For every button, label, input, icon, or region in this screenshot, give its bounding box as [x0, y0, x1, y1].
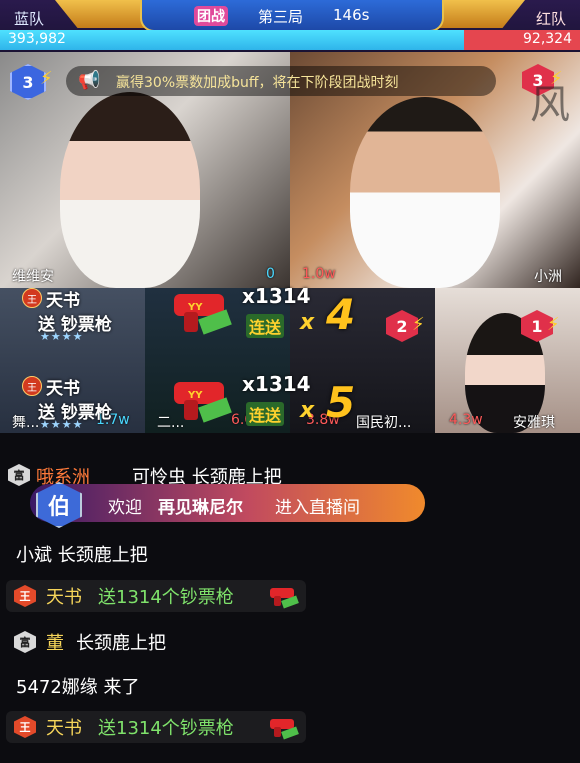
anchor-figure — [60, 92, 200, 288]
money-gun-icon — [270, 719, 299, 740]
header-wing-left — [55, 0, 145, 28]
king-badge-icon: 王 — [22, 376, 42, 396]
welcome-prefix: 欢迎 — [108, 498, 142, 518]
score-progress-bar: 393,982 92,324 — [0, 30, 580, 50]
anchor-video-6[interactable]: 安雅琪 4.3w 1 ⚡ — [435, 288, 580, 433]
anchor-name: 维维安 — [12, 269, 54, 285]
welcome-banner: 伯 欢迎 再见琳尼尔 进入直播间 — [30, 482, 425, 528]
chat-text: 5472娜缘 来了 — [16, 677, 140, 698]
anchor-votes: 0 — [266, 266, 275, 282]
anchor-name: 小洲 — [534, 269, 562, 285]
rich-badge-icon: 富 — [14, 631, 36, 653]
fan-level-stars: ★★★★ — [40, 418, 84, 431]
megaphone-icon: 📢 — [78, 70, 101, 91]
blue-score: 393,982 — [8, 31, 66, 47]
welcome-suffix: 进入直播间 — [275, 498, 360, 518]
combo-count: 5 — [326, 378, 356, 427]
money-gun-icon — [270, 588, 299, 609]
announcement-text: 赢得30%票数加成buff，将在下阶段团战时刻 — [116, 75, 399, 91]
money-gun-icon: YY — [174, 382, 232, 423]
chat-text: 送1314个钞票枪 — [98, 718, 234, 739]
red-team-label: 红队 — [535, 10, 566, 28]
gift-multiplier: x1314 — [242, 284, 311, 308]
battle-timer: 146s — [333, 6, 370, 24]
anchor-figure — [350, 97, 500, 288]
combo-label: 连送 — [246, 314, 285, 338]
gift-banner: 王 天书 送 钞票枪 ★★★★ YY x1314 连送 x 4 — [10, 284, 410, 343]
combo-x: x — [300, 310, 315, 335]
money-gun-icon: YY — [174, 294, 232, 335]
gift-multiplier: x1314 — [242, 372, 311, 396]
gift-sender: 天书 — [46, 379, 80, 399]
combo-x: x — [300, 398, 315, 423]
gift-sender: 天书 — [46, 291, 80, 311]
lightning-icon: ⚡ — [547, 314, 560, 335]
anchor-votes: 4.3w — [449, 412, 483, 428]
lightning-icon: ⚡ — [40, 68, 53, 89]
svg-text:YY: YY — [187, 390, 203, 401]
chat-text: 长颈鹿上把 — [76, 633, 166, 654]
chat-message[interactable]: 王 天书 送1314个钞票枪 — [6, 580, 306, 612]
round-label: 第三局 — [258, 8, 304, 26]
chat-message[interactable]: 小斌 长颈鹿上把 — [6, 538, 306, 570]
noble-badge-icon: 伯 — [36, 482, 82, 528]
fan-level-stars: ★★★★ — [40, 330, 84, 343]
header-wing-right — [435, 0, 525, 28]
king-badge-icon: 王 — [22, 288, 42, 308]
lightning-icon: ⚡ — [412, 314, 425, 335]
anchor-name: 安雅琪 — [513, 415, 555, 431]
battle-header: 蓝队 红队 团战 第三局 146s 393,982 92,324 — [0, 0, 580, 52]
chat-user: 天书 — [46, 587, 82, 608]
chat-message[interactable]: 富 董 长颈鹿上把 — [6, 626, 306, 658]
red-score: 92,324 — [523, 31, 572, 47]
team-battle-badge: 团战 — [194, 6, 228, 26]
chat-user: 天书 — [46, 718, 82, 739]
rich-badge-icon: 富 — [8, 464, 30, 486]
chat-text: 送1314个钞票枪 — [98, 587, 234, 608]
chat-user: 董 — [46, 633, 64, 654]
chat-message[interactable]: 王 天书 送1314个钞票枪 — [6, 711, 306, 743]
combo-label: 连送 — [246, 402, 285, 426]
announcement-banner: 📢 赢得30%票数加成buff，将在下阶段团战时刻 — [66, 66, 496, 96]
anchor-votes: 1.0w — [302, 266, 336, 282]
welcome-user: 再见琳尼尔 — [158, 498, 243, 518]
chat-text: 小斌 长颈鹿上把 — [16, 545, 148, 566]
gift-banner: 王 天书 送 钞票枪 ★★★★ YY x1314 连送 x 5 — [10, 372, 410, 431]
blue-team-label: 蓝队 — [14, 10, 45, 28]
seal-watermark: 风 — [530, 82, 570, 128]
blue-score-fill — [0, 30, 464, 50]
svg-text:YY: YY — [187, 302, 203, 313]
chat-message[interactable]: 5472娜缘 来了 — [6, 670, 306, 702]
combo-count: 4 — [326, 290, 356, 339]
